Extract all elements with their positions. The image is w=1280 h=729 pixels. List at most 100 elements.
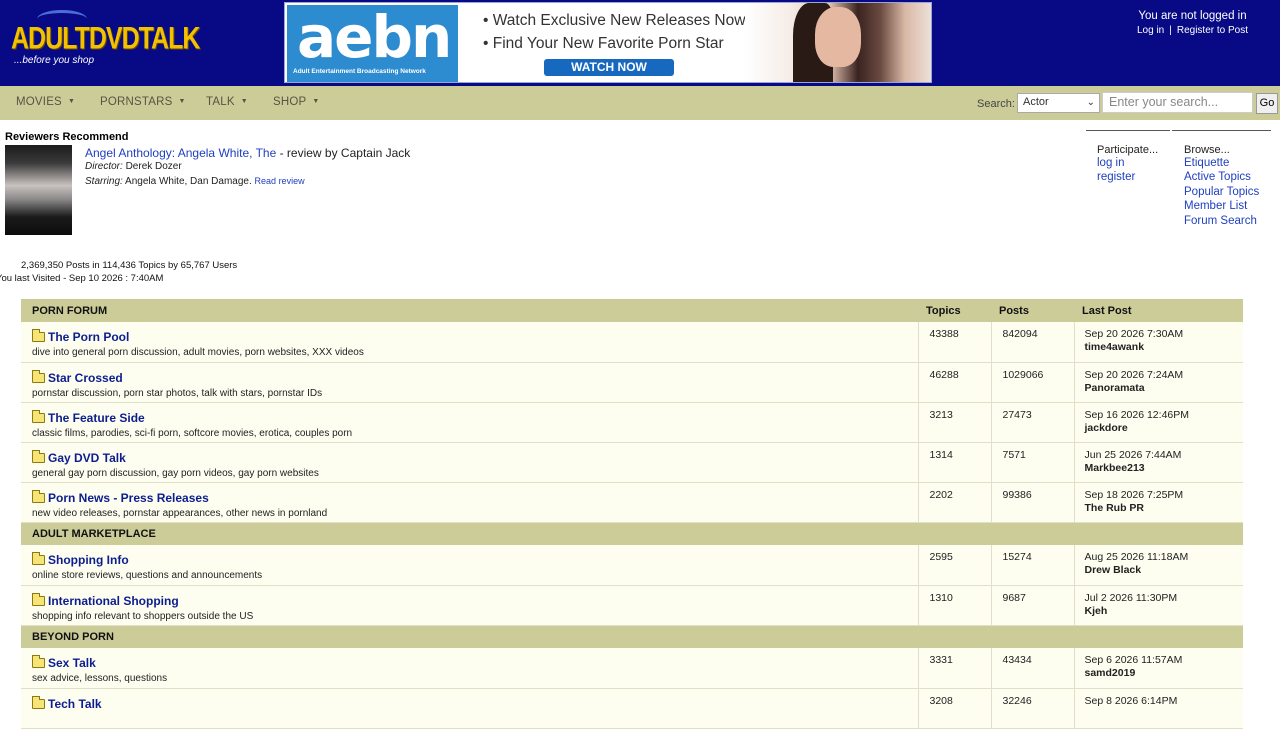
- posts-count: 99386: [990, 482, 1074, 523]
- forum-description: pornstar discussion, porn star photos, t…: [32, 387, 323, 399]
- chevron-down-icon: ⌄: [1086, 97, 1095, 108]
- table-row: Gay DVD Talk general gay porn discussion,…: [21, 442, 1244, 483]
- caret-down-icon: ▼: [67, 98, 76, 105]
- forum-cell: Tech Talk: [21, 688, 918, 729]
- last-post-user[interactable]: The Rub PR: [1085, 502, 1244, 514]
- banner-brand-sub: Adult Entertainment Broadcasting Network: [293, 68, 426, 75]
- search-go-button[interactable]: Go: [1256, 93, 1278, 114]
- browse-active-topics-link[interactable]: Active Topics: [1184, 170, 1271, 184]
- category-marketplace[interactable]: ADULT MARKETPLACE: [21, 522, 1243, 545]
- participate-panel: Participate... log in register: [1086, 130, 1170, 185]
- browse-forum-search-link[interactable]: Forum Search: [1184, 214, 1271, 228]
- banner-brand-logo: aebn Adult Entertainment Broadcasting Ne…: [287, 3, 458, 82]
- last-visited: You last Visited - Sep 10 2026 : 7:40AM: [0, 273, 164, 284]
- participate-login-link[interactable]: log in: [1097, 156, 1170, 170]
- forum-description: dive into general porn discussion, adult…: [32, 347, 364, 358]
- movie-thumbnail[interactable]: [5, 145, 72, 235]
- nav-talk[interactable]: TALK ▼: [206, 96, 248, 108]
- forum-cell: Sex Talk sex advice, lessons, questions: [21, 648, 918, 689]
- forum-cell: Shopping Info online store reviews, quest…: [21, 545, 918, 586]
- logo-tagline: ...before you shop: [14, 55, 95, 66]
- forum-link[interactable]: Star Crossed: [48, 371, 123, 385]
- last-post-date: Sep 18 2026 7:25PM: [1084, 488, 1184, 501]
- browse-member-list-link[interactable]: Member List: [1184, 199, 1271, 213]
- nav-movies[interactable]: MOVIES ▼: [16, 96, 75, 108]
- last-post-date: Jul 2 2026 11:30PM: [1084, 591, 1178, 604]
- last-post-date: Sep 20 2026 7:30AM: [1084, 328, 1184, 340]
- forum-link[interactable]: Sex Talk: [48, 656, 96, 670]
- login-box: You are not logged in Log in | Register to…: [1137, 10, 1248, 36]
- director-label: Director:: [85, 161, 123, 172]
- last-post-cell: Jun 25 2026 7:44AM Markbee213: [1073, 442, 1244, 483]
- forum-description: classic films, parodies, sci-fi porn, so…: [32, 427, 353, 439]
- last-post-user[interactable]: Drew Black: [1085, 564, 1244, 576]
- ad-banner[interactable]: aebn Adult Entertainment Broadcasting Ne…: [284, 2, 932, 83]
- last-post-user[interactable]: jackdore: [1085, 422, 1244, 434]
- forum-description: general gay porn discussion, gay porn vi…: [32, 467, 319, 479]
- banner-line-2: • Find Your New Favorite Porn Star: [483, 35, 724, 52]
- category-row: BEYOND PORN: [21, 625, 1243, 648]
- participate-heading: Participate...: [1097, 144, 1159, 156]
- read-review-link[interactable]: Read review: [255, 176, 305, 186]
- login-separator: |: [1169, 25, 1172, 36]
- posts-count: 43434: [990, 648, 1074, 689]
- browse-etiquette-link[interactable]: Etiquette: [1184, 156, 1271, 170]
- folder-icon: [32, 552, 45, 565]
- folder-icon: [32, 409, 45, 423]
- login-links: Log in | Register to Post: [1137, 25, 1248, 36]
- starring-value: Angela White, Dan Damage.: [122, 176, 255, 187]
- panel-divider: [1086, 130, 1170, 131]
- folder-icon: [32, 369, 45, 383]
- movie-title-link[interactable]: Angel Anthology: Angela White, The: [85, 146, 276, 160]
- browse-popular-topics-link[interactable]: Popular Topics: [1184, 185, 1271, 199]
- login-link[interactable]: Log in: [1137, 25, 1164, 36]
- nav-shop-label: SHOP: [273, 96, 307, 108]
- last-post-date: Sep 8 2026 6:14PM: [1084, 694, 1178, 707]
- nav-shop[interactable]: SHOP ▼: [273, 96, 320, 108]
- category-row: ADULT MARKETPLACE: [21, 522, 1243, 545]
- last-post-cell: Aug 25 2026 11:18AM Drew Black: [1073, 545, 1244, 586]
- last-post-user[interactable]: time4awank: [1085, 341, 1244, 353]
- category-beyond-porn[interactable]: BEYOND PORN: [21, 625, 1243, 648]
- table-row: The Feature Side classic films, parodies,…: [21, 402, 1244, 443]
- col-topics-header: Topics: [926, 304, 961, 317]
- last-post-date: Sep 20 2026 7:24AM: [1084, 368, 1184, 381]
- nav-pornstars[interactable]: PORNSTARS ▼: [100, 96, 186, 108]
- search-input[interactable]: Enter your search...: [1102, 92, 1253, 113]
- forum-link[interactable]: Shopping Info: [48, 553, 129, 567]
- folder-icon: [32, 329, 45, 342]
- banner-watch-now-button[interactable]: WATCH NOW: [544, 59, 674, 76]
- table-row: Shopping Info online store reviews, quest…: [21, 545, 1244, 586]
- table-header-row: PORN FORUM Topics Posts Last Post: [21, 299, 1243, 322]
- posts-count: 32246: [990, 688, 1074, 729]
- last-post-user[interactable]: Panoramata: [1085, 382, 1244, 394]
- last-post-user[interactable]: samd2019: [1085, 667, 1244, 679]
- folder-icon: [32, 655, 45, 668]
- forum-description: new video releases, pornstar appearances…: [32, 507, 328, 519]
- last-post-cell: Jul 2 2026 11:30PM Kjeh: [1073, 585, 1244, 626]
- banner-photo: [745, 3, 931, 82]
- last-post-cell: Sep 18 2026 7:25PM The Rub PR: [1073, 482, 1244, 523]
- last-post-date: Sep 6 2026 11:57AM: [1084, 654, 1183, 666]
- caret-down-icon: ▼: [178, 98, 186, 105]
- topics-count: 2595: [917, 545, 991, 586]
- forum-link[interactable]: Porn News - Press Releases: [48, 491, 209, 505]
- forum-link[interactable]: Gay DVD Talk: [48, 451, 126, 465]
- topics-count: 3208: [917, 688, 991, 729]
- last-post-user[interactable]: Kjeh: [1085, 605, 1244, 617]
- register-link[interactable]: Register to Post: [1177, 25, 1248, 36]
- forum-link[interactable]: International Shopping: [48, 594, 179, 608]
- participate-register-link[interactable]: register: [1097, 170, 1170, 184]
- posts-count: 9687: [990, 585, 1074, 626]
- forum-link[interactable]: The Porn Pool: [48, 330, 129, 344]
- site-logo[interactable]: ADULTDVDTALK ...before you shop: [11, 10, 200, 70]
- forum-cell: International Shopping shopping info rele…: [21, 585, 918, 626]
- last-post-cell: Sep 20 2026 7:30AM time4awank: [1073, 322, 1244, 363]
- last-post-user[interactable]: Markbee213: [1085, 462, 1244, 474]
- last-post-date: Aug 25 2026 11:18AM: [1084, 551, 1189, 563]
- posts-count: 15274: [990, 545, 1074, 586]
- search-type-select[interactable]: Actor ⌄: [1017, 93, 1100, 113]
- forum-cell: Star Crossed pornstar discussion, porn st…: [21, 362, 918, 403]
- topics-count: 1310: [917, 585, 991, 626]
- forum-link[interactable]: The Feature Side: [48, 411, 145, 425]
